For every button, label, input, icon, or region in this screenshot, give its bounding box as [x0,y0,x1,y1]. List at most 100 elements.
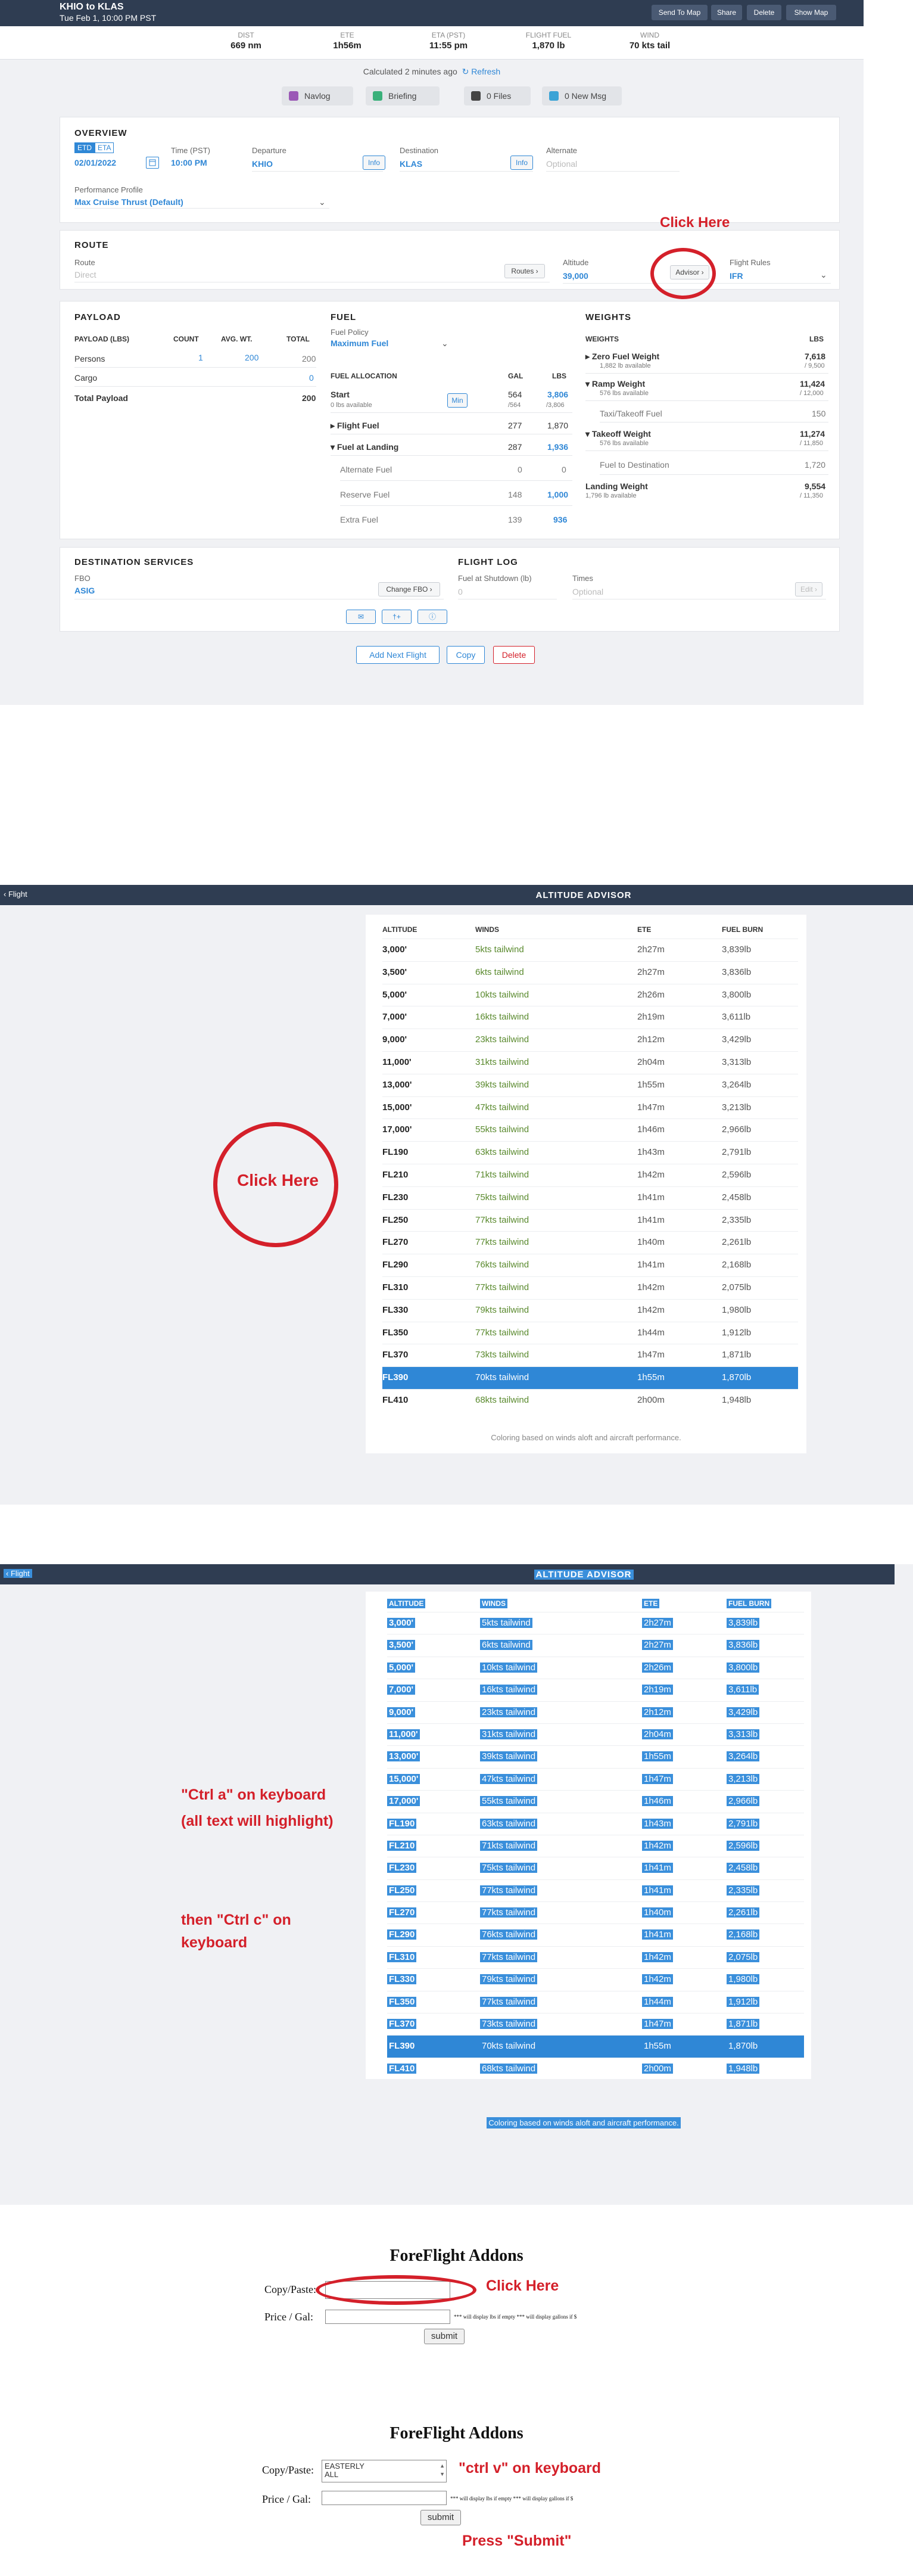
advisor-row[interactable]: 3,500' 6kts tailwind 2h27m 3,836lb [387,1634,804,1656]
winds-cell: 63kts tailwind [480,1818,538,1829]
info-icon[interactable]: ⓘ [417,610,447,624]
takeoff-row[interactable]: ▾ Takeoff Weight [585,429,651,439]
delete-button[interactable]: Delete [493,646,535,664]
tab-briefing[interactable]: Briefing [366,86,440,105]
scroll-arrows-icon[interactable]: ▲ ▼ [440,2462,445,2478]
chevron-down-icon[interactable]: ⌄ [820,270,827,280]
advisor-row[interactable]: 7,000' 16kts tailwind 2h19m 3,611lb [382,1006,798,1028]
performance-profile-select[interactable]: Max Cruise Thrust (Default) [74,197,183,207]
advisor-row[interactable]: FL190 63kts tailwind 1h43m 2,791lb [387,1812,804,1835]
advisor-row[interactable]: FL270 77kts tailwind 1h40m 2,261lb [387,1901,804,1924]
advisor-row[interactable]: 5,000' 10kts tailwind 2h26m 3,800lb [382,983,798,1006]
advisor-row[interactable]: FL190 63kts tailwind 1h43m 2,791lb [382,1141,798,1164]
destination-field[interactable]: KLAS [400,159,422,169]
advisor-row[interactable]: FL370 73kts tailwind 1h47m 1,871lb [387,2013,804,2035]
advisor-row[interactable]: 9,000' 23kts tailwind 2h12m 3,429lb [387,1701,804,1723]
departure-field[interactable]: KHIO [252,159,273,169]
persons-avg[interactable]: 200 [245,353,258,362]
advisor-row[interactable]: 13,000' 39kts tailwind 1h55m 3,264lb [387,1745,804,1767]
route-field[interactable]: Direct [74,270,96,279]
fbo-field[interactable]: ASIG [74,586,95,595]
advisor-row[interactable]: 5,000' 10kts tailwind 2h26m 3,800lb [387,1656,804,1679]
advisor-row[interactable]: FL350 77kts tailwind 1h44m 1,912lb [382,1321,798,1344]
departure-info-button[interactable]: Info [363,156,385,170]
share-button[interactable]: Share [711,5,742,20]
start-lbs[interactable]: 3,806 [547,390,568,399]
chevron-down-icon[interactable]: ⌄ [319,197,326,207]
advisor-row-selected[interactable]: FL390 70kts tailwind 1h55m 1,870lb [387,2035,804,2058]
edit-times-button[interactable]: Edit › [795,582,822,596]
add-contact-icon[interactable]: †+ [382,610,412,624]
flight-fuel-row[interactable]: ▸ Flight Fuel [331,421,379,431]
advisor-row[interactable]: FL210 71kts tailwind 1h42m 2,596lb [387,1834,804,1857]
advisor-row[interactable]: FL270 77kts tailwind 1h40m 2,261lb [382,1231,798,1254]
advisor-row[interactable]: FL250 77kts tailwind 1h41m 2,335lb [382,1208,798,1232]
persons-count[interactable]: 1 [198,353,203,362]
destination-info-button[interactable]: Info [510,156,533,170]
advisor-row[interactable]: 17,000' 55kts tailwind 1h46m 2,966lb [387,1790,804,1812]
advisor-row[interactable]: FL350 77kts tailwind 1h44m 1,912lb [387,1990,804,2013]
copy-paste-textarea[interactable]: EASTERLY ALL ▲ ▼ [322,2460,447,2482]
add-next-flight-button[interactable]: Add Next Flight [356,646,440,664]
advisor-row[interactable]: FL330 79kts tailwind 1h42m 1,980lb [387,1968,804,1990]
advisor-row[interactable]: 3,000' 5kts tailwind 2h27m 3,839lb [387,1612,804,1634]
advisor-row[interactable]: 17,000' 55kts tailwind 1h46m 2,966lb [382,1118,798,1141]
advisor-row[interactable]: FL410 68kts tailwind 2h00m 1,948lb [387,2057,804,2080]
advisor-row[interactable]: 3,500' 6kts tailwind 2h27m 3,836lb [382,961,798,984]
advisor-row[interactable]: FL290 76kts tailwind 1h41m 2,168lb [387,1924,804,1946]
advisor-row[interactable]: FL250 77kts tailwind 1h41m 2,335lb [387,1879,804,1901]
advisor-row[interactable]: 7,000' 16kts tailwind 2h19m 3,611lb [387,1679,804,1701]
refresh-link[interactable]: ↻ Refresh [462,67,501,76]
advisor-row[interactable]: FL230 75kts tailwind 1h41m 2,458lb [387,1857,804,1879]
advisor-row[interactable]: FL310 77kts tailwind 1h42m 2,075lb [387,1946,804,1968]
price-gal-input[interactable] [322,2491,447,2505]
advisor-row[interactable]: 15,000' 47kts tailwind 1h47m 3,213lb [387,1767,804,1790]
alternate-field[interactable]: Optional [546,159,577,169]
copy-button[interactable]: Copy [447,646,485,664]
show-map-button[interactable]: Show Map [786,5,836,20]
times-field[interactable]: Optional [572,587,603,596]
chevron-down-icon[interactable]: ⌄ [441,338,448,349]
advisor-row[interactable]: 9,000' 23kts tailwind 2h12m 3,429lb [382,1028,798,1051]
advisor-row[interactable]: 11,000' 31kts tailwind 2h04m 3,313lb [382,1051,798,1074]
advisor-row-selected[interactable]: FL390 70kts tailwind 1h55m 1,870lb [382,1366,798,1389]
cargo-total[interactable]: 0 [309,373,314,383]
email-icon[interactable]: ✉ [346,610,376,624]
min-fuel-button[interactable]: Min [447,393,468,408]
extra-fuel-lbs[interactable]: 936 [553,515,567,524]
advisor-row[interactable]: 15,000' 47kts tailwind 1h47m 3,213lb [382,1096,798,1119]
ramp-row[interactable]: ▾ Ramp Weight [585,379,645,389]
advisor-row[interactable]: FL410 68kts tailwind 2h00m 1,948lb [382,1388,798,1412]
departure-time[interactable]: 10:00 PM [171,158,207,167]
price-gal-input[interactable] [325,2310,450,2324]
send-to-map-button[interactable]: Send To Map [652,5,708,20]
fuel-at-landing-row[interactable]: ▾ Fuel at Landing [331,442,398,452]
submit-button[interactable]: submit [420,2510,461,2525]
advisor-row[interactable]: FL370 73kts tailwind 1h47m 1,871lb [382,1344,798,1366]
change-fbo-button[interactable]: Change FBO › [378,582,440,596]
calendar-icon[interactable] [146,157,159,169]
advisor-row[interactable]: FL210 71kts tailwind 1h42m 2,596lb [382,1163,798,1186]
submit-button[interactable]: submit [424,2329,465,2344]
advisor-row[interactable]: 3,000' 5kts tailwind 2h27m 3,839lb [382,939,798,961]
altitude-field[interactable]: 39,000 [563,271,588,281]
tab-messages[interactable]: 0 New Msg [542,86,622,105]
routes-button[interactable]: Routes › [504,264,545,278]
tab-navlog[interactable]: Navlog [282,86,353,105]
departure-date[interactable]: 02/01/2022 [74,158,116,167]
etd-eta-toggle[interactable]: ETD ETA [74,142,114,154]
shutdown-fuel-field[interactable]: 0 [458,587,463,596]
tab-files[interactable]: 0 Files [464,86,531,105]
advisor-row[interactable]: FL230 75kts tailwind 1h41m 2,458lb [382,1186,798,1209]
advisor-note: Coloring based on winds aloft and aircra… [491,1433,681,1442]
advisor-row[interactable]: 11,000' 31kts tailwind 2h04m 3,313lb [387,1723,804,1745]
advisor-row[interactable]: 13,000' 39kts tailwind 1h55m 3,264lb [382,1073,798,1096]
fuel-policy-select[interactable]: Maximum Fuel [331,338,388,348]
reserve-fuel-lbs[interactable]: 1,000 [547,490,568,499]
advisor-row[interactable]: FL290 76kts tailwind 1h41m 2,168lb [382,1254,798,1276]
delete-flight-button[interactable]: Delete [747,5,781,20]
advisor-row[interactable]: FL330 79kts tailwind 1h42m 1,980lb [382,1298,798,1322]
flight-rules-select[interactable]: IFR [730,271,743,281]
advisor-row[interactable]: FL310 77kts tailwind 1h42m 2,075lb [382,1276,798,1299]
zfw-row[interactable]: ▸ Zero Fuel Weight [585,352,659,362]
